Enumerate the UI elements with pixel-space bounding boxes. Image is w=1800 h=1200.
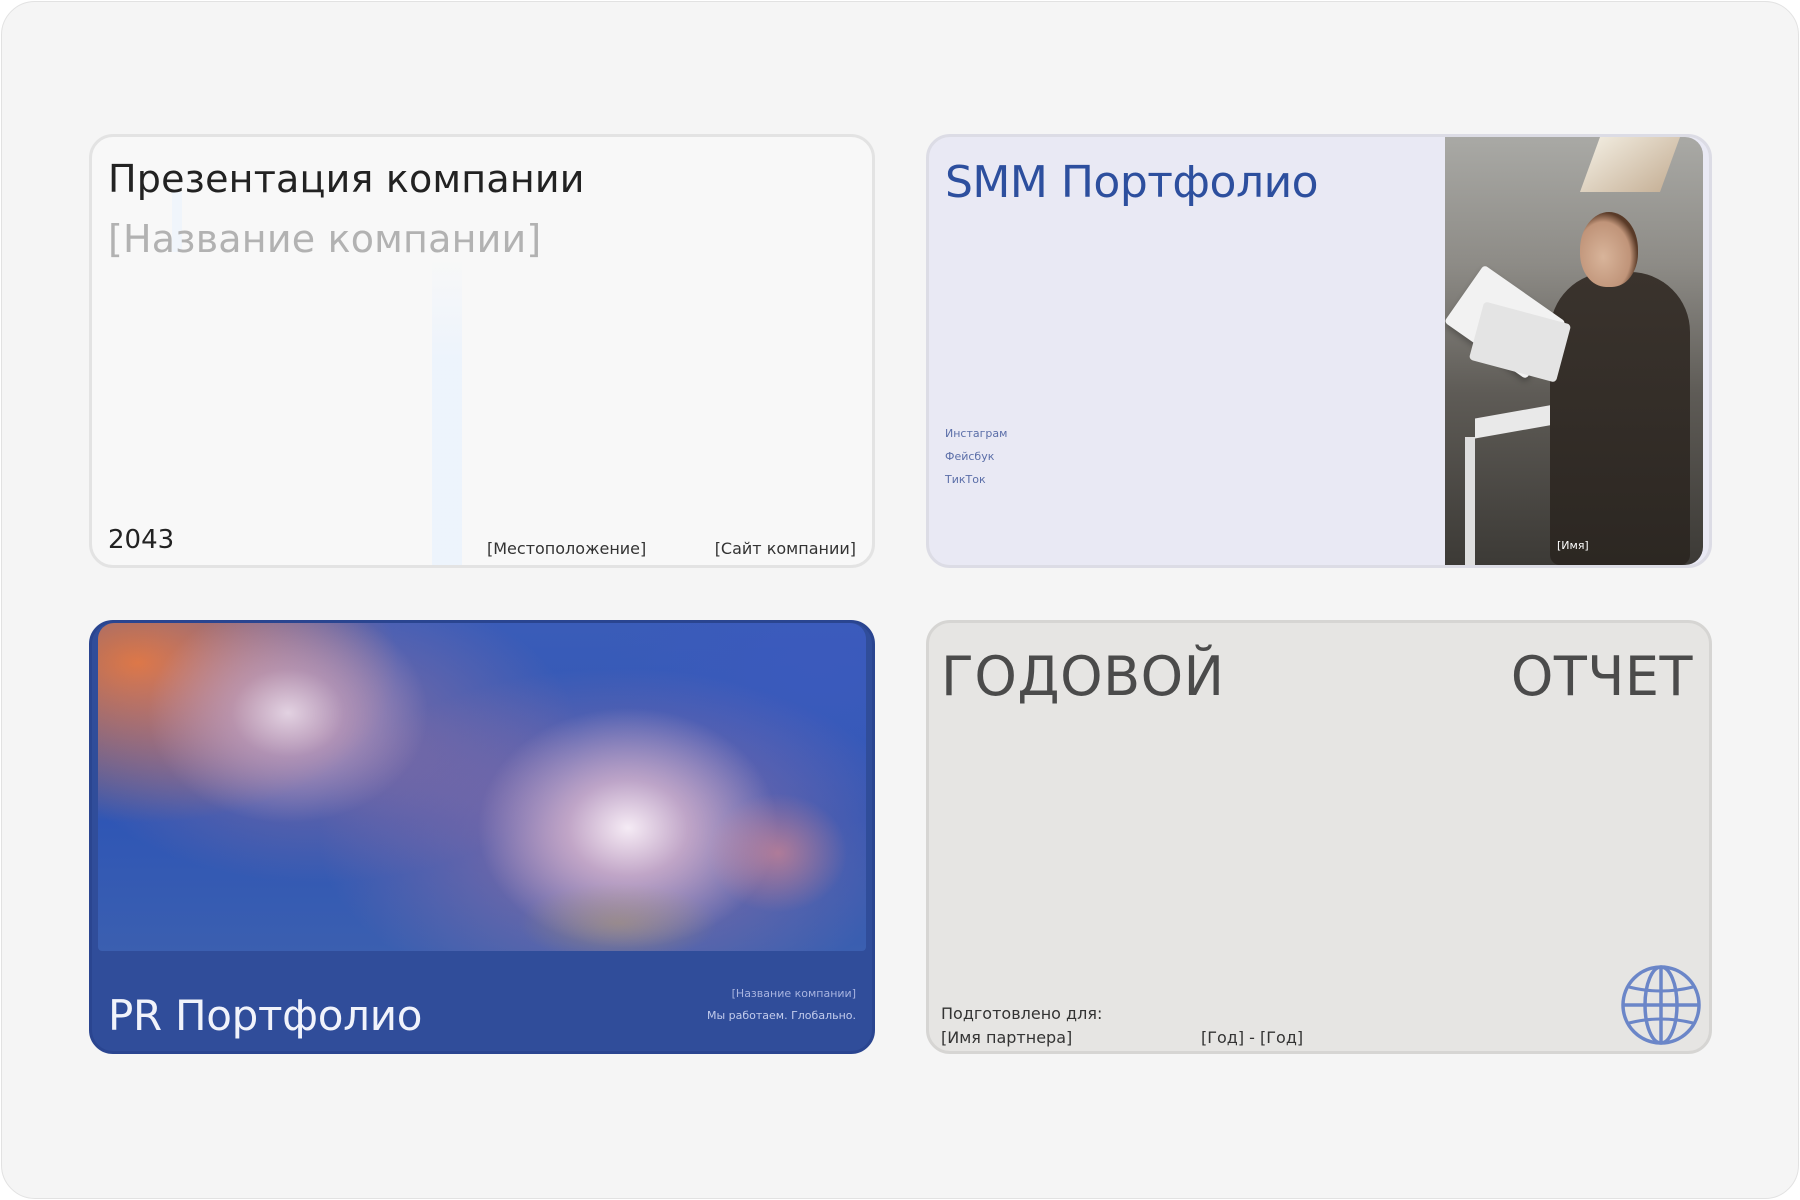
template-card-smm-portfolio[interactable]: SMM Портфолио Инстаграм Фейсбук ТикТок [… [926,134,1712,568]
decorative-stripe [432,257,462,565]
card-title: SMM Портфолио [945,157,1319,208]
woman-reading-photo: [Имя] [1445,137,1703,565]
template-card-pr-portfolio[interactable]: PR Портфолио [Название компании] Мы рабо… [89,620,875,1054]
photo-caption: [Имя] [1557,539,1589,552]
globe-icon [1621,965,1701,1045]
card-location: [Местоположение] [487,539,647,558]
card-website: [Сайт компании] [714,539,856,558]
prepared-for-label: Подготовлено для: [941,1004,1103,1023]
partner-name: [Имя партнера] [941,1028,1073,1047]
social-item-tiktok: ТикТок [945,473,986,486]
person-body-shape [1550,272,1690,565]
desk-leg-shape [1465,437,1475,565]
card-subtitle: [Название компании] [108,217,542,261]
card-year: 2043 [108,525,175,555]
person-head-shape [1580,212,1638,287]
blur-petal [708,793,848,913]
template-card-annual-report[interactable]: ГОДОВОЙ ОТЧЕТ Подготовлено для: [Имя пар… [926,620,1712,1054]
skylight-window [1579,137,1681,192]
year-range: [Год] - [Год] [1201,1028,1304,1047]
card-company: [Название компании] [731,987,856,1000]
blur-petal [518,883,718,951]
card-title-right: ОТЧЕТ [1510,645,1693,708]
card-title-left: ГОДОВОЙ [941,645,1225,708]
blurred-flower-photo [98,623,866,951]
template-card-company-presentation[interactable]: Презентация компании [Название компании]… [89,134,875,568]
card-title: PR Портфолио [108,991,423,1040]
social-item-instagram: Инстаграм [945,427,1008,440]
card-title: Презентация компании [108,157,585,201]
card-slogan: Мы работаем. Глобально. [706,1009,856,1022]
social-item-facebook: Фейсбук [945,450,995,463]
template-gallery: Презентация компании [Название компании]… [1,1,1799,1199]
